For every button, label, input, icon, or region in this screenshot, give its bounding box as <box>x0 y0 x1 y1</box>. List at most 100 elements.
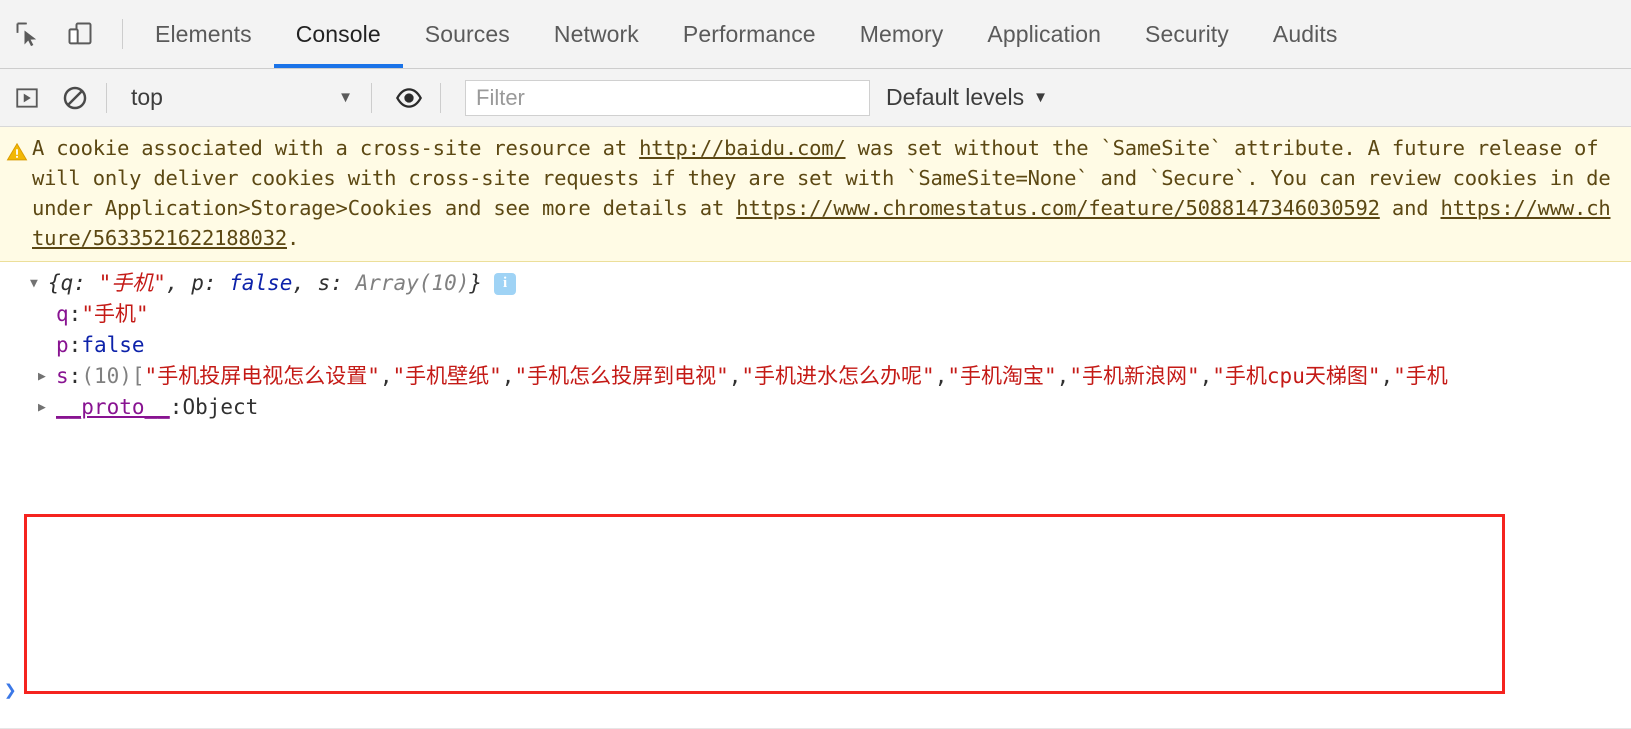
property-row-p[interactable]: p: false <box>30 330 1631 361</box>
property-name: s <box>56 364 69 388</box>
filter-placeholder: Filter <box>476 84 525 110</box>
warning-line-4: ture/5633521622188032. <box>32 223 1611 253</box>
array-item: "手机cpu天梯图" <box>1212 364 1381 388</box>
array-item: "手机怎么投屏到电视" <box>514 364 729 388</box>
console-result-area: ▼ {q: "手机", p: false, s: Array(10)} i q:… <box>0 262 1631 729</box>
warning-line4-post: . <box>286 226 300 250</box>
device-toolbar-icon[interactable] <box>60 14 100 54</box>
tab-label: Application <box>987 20 1101 47</box>
filterbar-divider-1 <box>106 82 107 113</box>
tab-performance[interactable]: Performance <box>661 0 838 68</box>
execute-snippet-icon[interactable] <box>6 77 48 119</box>
preview-value-p: false <box>229 271 293 295</box>
property-row-q[interactable]: q: "手机" <box>30 299 1631 330</box>
tab-memory[interactable]: Memory <box>838 0 966 68</box>
property-name: p <box>56 333 69 357</box>
chevron-down-icon: ▼ <box>1033 89 1048 106</box>
array-sep: , <box>1380 364 1394 388</box>
live-expression-eye-icon[interactable] <box>388 77 430 119</box>
property-separator: : <box>68 302 82 326</box>
chromestatus-link-2-cont[interactable]: ture/5633521622188032 <box>32 226 287 250</box>
preview-key-s: s <box>317 271 331 295</box>
tab-audits[interactable]: Audits <box>1251 0 1360 68</box>
object-preview-row[interactable]: ▼ {q: "手机", p: false, s: Array(10)} i <box>30 268 1631 299</box>
tab-label: Network <box>553 20 639 47</box>
log-levels-dropdown[interactable]: Default levels ▼ <box>886 84 1048 111</box>
warning-line-3: under Application>Storage>Cookies and se… <box>32 193 1611 223</box>
chromestatus-link-2[interactable]: https://www.ch <box>1441 196 1611 220</box>
info-badge-glyph: i <box>502 275 508 291</box>
preview-comma-2: , <box>292 271 318 295</box>
tab-label: Memory <box>859 20 944 47</box>
collapse-arrow-icon[interactable]: ▶ <box>38 392 56 423</box>
array-sep: , <box>379 364 393 388</box>
object-tree: ▼ {q: "手机", p: false, s: Array(10)} i q:… <box>0 268 1631 423</box>
array-sep: , <box>501 364 515 388</box>
tab-application[interactable]: Application <box>965 0 1123 68</box>
context-label: top <box>131 84 163 110</box>
array-open-bracket: [ <box>131 364 145 388</box>
console-filter-bar: top ▼ Filter Default levels ▼ <box>0 69 1631 127</box>
object-preview: {q: "手机", p: false, s: Array(10)} <box>48 268 482 299</box>
preview-colon-1: : <box>73 271 99 295</box>
tab-console[interactable]: Console <box>273 0 403 68</box>
proto-value: Object <box>182 395 259 419</box>
preview-value-q: "手机" <box>98 271 166 295</box>
tab-label: Console <box>295 20 381 47</box>
property-separator: : <box>68 364 82 388</box>
preview-comma-1: , <box>165 271 192 295</box>
array-sep: , <box>934 364 948 388</box>
array-item: "手机淘宝" <box>947 364 1057 388</box>
property-row-s[interactable]: ▶ s: (10) ["手机投屏电视怎么设置", "手机壁纸", "手机怎么投屏… <box>30 361 1631 392</box>
tab-security[interactable]: Security <box>1123 0 1251 68</box>
warning-line1-pre: A cookie associated with a cross-site re… <box>32 136 640 160</box>
proto-name[interactable]: __proto__ <box>56 392 170 423</box>
baidu-link[interactable]: http://baidu.com/ <box>639 136 846 160</box>
warning-line3-pre: under Application>Storage>Cookies and se… <box>32 196 737 220</box>
tab-list: Elements Console Sources Network Perform… <box>133 0 1359 68</box>
preview-value-s: Array(10) <box>355 271 470 295</box>
array-item: "手机新浪网" <box>1069 364 1200 388</box>
preview-key-p: p <box>191 271 204 295</box>
annotation-box <box>24 514 1505 694</box>
tab-elements[interactable]: Elements <box>133 0 274 68</box>
array-item: "手机投屏电视怎么设置" <box>144 364 380 388</box>
devtools-tabbar: Elements Console Sources Network Perform… <box>0 0 1631 69</box>
property-separator: : <box>68 333 82 357</box>
collapse-arrow-icon[interactable]: ▶ <box>38 361 56 392</box>
property-row-proto[interactable]: ▶ __proto__: Object <box>30 392 1631 423</box>
tab-network[interactable]: Network <box>532 0 661 68</box>
array-count: (10) <box>81 364 132 388</box>
execution-context-select[interactable]: top ▼ <box>131 84 361 111</box>
tab-label: Elements <box>155 20 252 47</box>
clear-console-icon[interactable] <box>54 77 96 119</box>
chevron-down-icon: ▼ <box>338 89 353 106</box>
warning-line-1: A cookie associated with a cross-site re… <box>32 133 1611 163</box>
warning-line1-post: was set without the `SameSite` attribute… <box>845 136 1599 160</box>
property-value: "手机" <box>81 302 149 326</box>
info-badge-icon[interactable]: i <box>494 272 517 295</box>
array-sep: , <box>1199 364 1213 388</box>
warning-line-2: will only deliver cookies with cross-sit… <box>32 166 1611 190</box>
filter-input[interactable]: Filter <box>465 79 870 116</box>
chromestatus-link-1[interactable]: https://www.chromestatus.com/feature/508… <box>736 196 1380 220</box>
inspect-element-icon[interactable] <box>8 14 48 54</box>
warning-triangle-icon <box>4 141 30 163</box>
console-warning-message[interactable]: A cookie associated with a cross-site re… <box>0 127 1631 262</box>
preview-open-brace: { <box>48 271 61 295</box>
preview-colon-3: : <box>330 271 356 295</box>
tab-label: Sources <box>424 20 510 47</box>
tab-label: Security <box>1145 20 1229 47</box>
preview-key-q: q <box>60 271 74 295</box>
console-prompt-chevron[interactable]: ❯ <box>4 678 17 702</box>
array-item: "手机壁纸" <box>392 364 502 388</box>
devtools-panel: Elements Console Sources Network Perform… <box>0 0 1631 729</box>
expand-arrow-icon[interactable]: ▼ <box>30 268 48 299</box>
property-name: q <box>56 302 69 326</box>
warning-line3-mid: and <box>1379 196 1441 220</box>
filterbar-divider-3 <box>440 82 441 113</box>
warning-text: A cookie associated with a cross-site re… <box>32 133 1611 253</box>
filterbar-divider-2 <box>371 82 372 113</box>
array-item: "手机 <box>1393 364 1448 388</box>
tab-sources[interactable]: Sources <box>403 0 532 68</box>
